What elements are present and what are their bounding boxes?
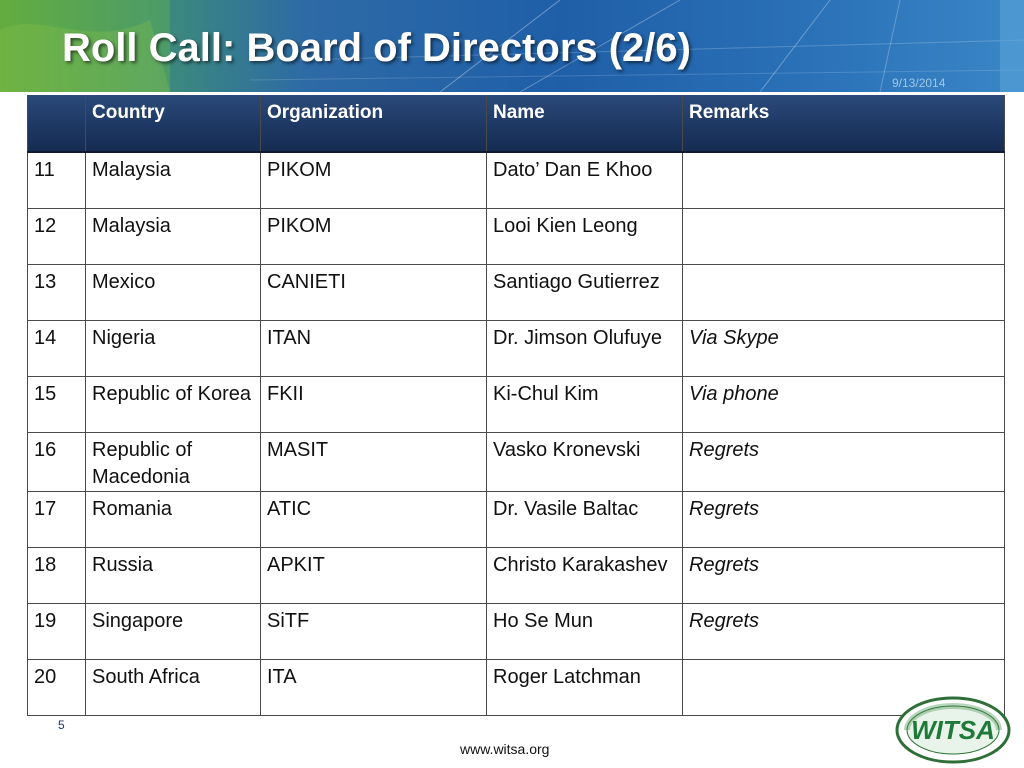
cell-country: Malaysia: [85, 207, 261, 265]
cell-number: 15: [27, 375, 86, 433]
logo-wordmark: WITSA: [911, 715, 995, 745]
cell-name: Vasko Kronevski: [486, 431, 683, 492]
cell-number: 13: [27, 263, 86, 321]
cell-organization: ITA: [260, 658, 487, 716]
header-remarks: Remarks: [682, 95, 1005, 153]
table-row: 13 Mexico CANIETI Santiago Gutierrez: [27, 263, 1005, 321]
cell-remarks: Regrets: [682, 602, 1005, 660]
cell-organization: PIKOM: [260, 207, 487, 265]
cell-remarks: Regrets: [682, 490, 1005, 548]
cell-remarks: [682, 263, 1005, 321]
header-country: Country: [85, 95, 261, 153]
cell-organization: MASIT: [260, 431, 487, 492]
cell-country: Republic of Macedonia: [85, 431, 261, 492]
cell-number: 14: [27, 319, 86, 377]
cell-country: Russia: [85, 546, 261, 604]
cell-country: Romania: [85, 490, 261, 548]
cell-name: Dato’ Dan E Khoo: [486, 151, 683, 209]
cell-organization: SiTF: [260, 602, 487, 660]
table-row: 11 Malaysia PIKOM Dato’ Dan E Khoo: [27, 151, 1005, 209]
cell-country: Malaysia: [85, 151, 261, 209]
header-name: Name: [486, 95, 683, 153]
cell-remarks: Via phone: [682, 375, 1005, 433]
cell-organization: ATIC: [260, 490, 487, 548]
cell-number: 12: [27, 207, 86, 265]
cell-country: Singapore: [85, 602, 261, 660]
page-number: 5: [58, 718, 65, 732]
table-row: 20 South Africa ITA Roger Latchman: [27, 658, 1005, 716]
header-organization: Organization: [260, 95, 487, 153]
cell-number: 20: [27, 658, 86, 716]
header-number: [27, 95, 86, 153]
cell-name: Dr. Vasile Baltac: [486, 490, 683, 548]
cell-country: Republic of Korea: [85, 375, 261, 433]
slide-date: 9/13/2014: [892, 76, 946, 90]
table-row: 12 Malaysia PIKOM Looi Kien Leong: [27, 207, 1005, 265]
cell-name: Ho Se Mun: [486, 602, 683, 660]
cell-name: Looi Kien Leong: [486, 207, 683, 265]
table-row: 16 Republic of Macedonia MASIT Vasko Kro…: [27, 431, 1005, 492]
cell-number: 18: [27, 546, 86, 604]
cell-organization: FKII: [260, 375, 487, 433]
cell-name: Christo Karakashev: [486, 546, 683, 604]
cell-name: Dr. Jimson Olufuye: [486, 319, 683, 377]
cell-number: 11: [27, 151, 86, 209]
cell-number: 19: [27, 602, 86, 660]
table-row: 19 Singapore SiTF Ho Se Mun Regrets: [27, 602, 1005, 660]
cell-organization: CANIETI: [260, 263, 487, 321]
cell-organization: PIKOM: [260, 151, 487, 209]
table-row: 15 Republic of Korea FKII Ki-Chul Kim Vi…: [27, 375, 1005, 433]
cell-country: South Africa: [85, 658, 261, 716]
cell-organization: APKIT: [260, 546, 487, 604]
cell-number: 16: [27, 431, 86, 492]
table-header-row: Country Organization Name Remarks: [27, 95, 1005, 153]
cell-remarks: Regrets: [682, 431, 1005, 492]
roll-call-table: Country Organization Name Remarks 11 Mal…: [27, 95, 1005, 716]
cell-organization: ITAN: [260, 319, 487, 377]
cell-country: Mexico: [85, 263, 261, 321]
cell-remarks: Via Skype: [682, 319, 1005, 377]
slide-title: Roll Call: Board of Directors (2/6): [62, 26, 691, 70]
cell-country: Nigeria: [85, 319, 261, 377]
cell-name: Santiago Gutierrez: [486, 263, 683, 321]
cell-number: 17: [27, 490, 86, 548]
table-row: 14 Nigeria ITAN Dr. Jimson Olufuye Via S…: [27, 319, 1005, 377]
cell-remarks: Regrets: [682, 546, 1005, 604]
cell-remarks: [682, 151, 1005, 209]
cell-remarks: [682, 207, 1005, 265]
cell-name: Ki-Chul Kim: [486, 375, 683, 433]
cell-name: Roger Latchman: [486, 658, 683, 716]
table-row: 18 Russia APKIT Christo Karakashev Regre…: [27, 546, 1005, 604]
witsa-logo: WITSA: [895, 696, 1011, 764]
footer-url: www.witsa.org: [460, 741, 550, 757]
table-row: 17 Romania ATIC Dr. Vasile Baltac Regret…: [27, 490, 1005, 548]
